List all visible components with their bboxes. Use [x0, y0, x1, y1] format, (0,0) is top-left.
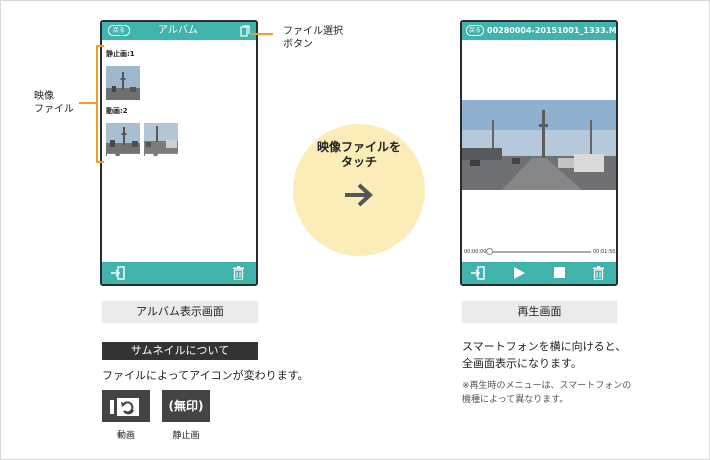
still-type-icon-text: (無印)	[168, 399, 204, 413]
thumbnail-description: ファイルによってアイコンが変わります。	[102, 369, 309, 382]
seek-bar-handle[interactable]	[486, 248, 493, 255]
trash-icon[interactable]	[593, 266, 604, 280]
video-frame[interactable]	[462, 100, 616, 190]
video-thumbnail-1[interactable]	[106, 123, 140, 156]
album-screen-caption: アルバム表示画面	[102, 301, 258, 323]
playback-filename: 00280004-20151001_1333.MOV	[487, 26, 618, 35]
export-icon[interactable]	[471, 266, 485, 280]
instruction-figure: 戻る アルバム 静止画:1 動画:2 ファイル選択 ボタン 映像 ファイル 映像…	[0, 0, 710, 460]
playback-time-total: 00:01:50	[593, 249, 616, 255]
stop-icon[interactable]	[554, 267, 565, 278]
file-select-callout-line	[251, 33, 273, 35]
export-icon[interactable]	[111, 266, 125, 280]
arrow-right-icon	[345, 183, 373, 207]
album-title: アルバム	[158, 25, 198, 36]
playback-phone-screen: 戻る 00280004-20151001_1333.MOV 00:00:00 0…	[460, 20, 618, 286]
video-files-bracket-top	[96, 45, 104, 47]
video-files-bracket-pointer	[79, 102, 96, 104]
video-frame-image	[462, 100, 616, 190]
video-thumbnail-2[interactable]	[144, 123, 178, 156]
still-type-label: 静止画	[172, 431, 200, 441]
album-top-bar: 戻る アルバム	[102, 22, 256, 40]
playback-description: スマートフォンを横に向けると、 全画面表示になります。	[462, 340, 627, 370]
video-camera-icon	[110, 398, 139, 416]
album-bottom-bar	[102, 262, 256, 284]
playback-screen-caption: 再生画面	[462, 301, 617, 323]
video-type-icon	[102, 390, 150, 422]
playback-back-button[interactable]: 戻る	[466, 25, 484, 36]
thumbnail-heading: サムネイルについて	[102, 342, 258, 360]
still-photo-image	[106, 66, 140, 100]
video-files-bracket-vertical	[96, 45, 98, 163]
still-section-label: 静止画:1	[106, 50, 135, 58]
file-select-callout: ファイル選択 ボタン	[283, 26, 343, 50]
video-files-callout: 映像 ファイル	[34, 91, 74, 115]
playback-bottom-bar	[462, 262, 616, 284]
video-badge-icon	[107, 153, 140, 156]
play-icon[interactable]	[514, 267, 525, 279]
playback-note: ※再生時のメニューは、スマートフォンの 機種によって異なります。	[462, 381, 632, 405]
still-type-icon: (無印)	[162, 390, 210, 422]
video-type-label: 動画	[116, 431, 135, 441]
touch-instruction-text: 映像ファイルを タッチ	[316, 140, 401, 169]
trash-icon[interactable]	[233, 266, 244, 280]
file-select-icon[interactable]	[240, 25, 250, 37]
playback-top-bar: 戻る 00280004-20151001_1333.MOV	[462, 22, 616, 40]
back-button[interactable]: 戻る	[108, 25, 130, 36]
touch-instruction-circle: 映像ファイルを タッチ	[293, 124, 425, 256]
still-thumbnail[interactable]	[106, 66, 140, 100]
video-section-label: 動画:2	[106, 107, 128, 115]
video-badge-icon-2	[145, 153, 178, 156]
seek-bar[interactable]	[489, 251, 591, 253]
playback-time-current: 00:00:00	[464, 249, 487, 255]
album-phone-screen: 戻る アルバム 静止画:1 動画:2	[100, 20, 258, 286]
video-files-bracket-bottom	[96, 161, 104, 163]
